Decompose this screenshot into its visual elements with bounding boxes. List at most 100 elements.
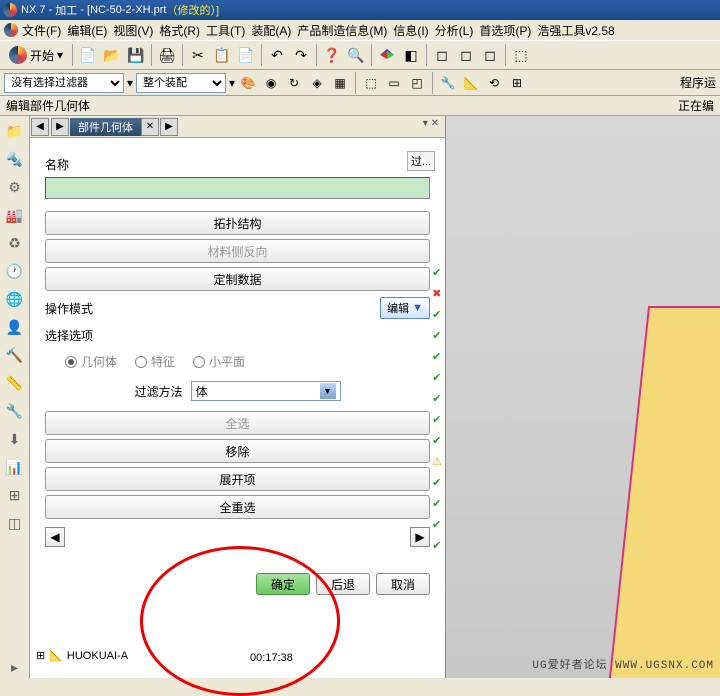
title-app: NX 7	[21, 4, 45, 16]
menu-assy[interactable]: 装配(A)	[249, 21, 293, 40]
nav-tool7-icon[interactable]: ◫	[4, 512, 26, 534]
filter-dropdown-icon[interactable]: ▾	[127, 76, 133, 90]
filter-hint[interactable]: 过...	[407, 151, 435, 171]
radio-geometry[interactable]: 几何体	[65, 353, 117, 370]
csys-button[interactable]: ⬚	[510, 44, 532, 66]
custom-data-button[interactable]: 定制数据	[45, 267, 430, 291]
nav-tool6-icon[interactable]: ⊞	[4, 484, 26, 506]
nav-reuse-icon[interactable]: ♻	[4, 232, 26, 254]
app-logo-icon	[3, 3, 17, 17]
remove-button[interactable]: 移除	[45, 439, 430, 463]
status-right: 正在编	[678, 97, 714, 114]
tab-part-geometry[interactable]: 部件几何体	[70, 118, 141, 136]
scope-select[interactable]: 整个装配	[136, 73, 226, 93]
print-button[interactable]: 🖨	[156, 44, 178, 66]
start-button[interactable]: 开始 ▾	[4, 46, 68, 64]
paste-button[interactable]: 📄	[235, 44, 257, 66]
nav-tool5-icon[interactable]: 📊	[4, 456, 26, 478]
nav-tool1-icon[interactable]: 🔨	[4, 344, 26, 366]
menu-tools[interactable]: 工具(T)	[204, 21, 247, 40]
title-modified: （修改的）]	[167, 2, 220, 18]
tab-next2-button[interactable]: ▶	[160, 118, 178, 136]
menu-bar: 文件(F) 编辑(E) 视图(V) 格式(R) 工具(T) 装配(A) 产品制造…	[0, 20, 720, 40]
filter-method-label: 过滤方法	[134, 383, 182, 400]
menu-haoqiang[interactable]: 浩强工具v2.58	[535, 21, 616, 40]
edit-mode-button[interactable]: 编辑 ▼	[380, 297, 430, 319]
save-button[interactable]: 💾	[125, 44, 147, 66]
scope-dropdown-icon[interactable]: ▾	[229, 76, 235, 90]
nav-history-icon[interactable]: 🕐	[4, 260, 26, 282]
sel-icon-3[interactable]: ↻	[284, 73, 304, 93]
redo-button[interactable]: ↷	[290, 44, 312, 66]
nav-roles-icon[interactable]: 👤	[4, 316, 26, 338]
open-file-button[interactable]: 📂	[101, 44, 123, 66]
menu-info[interactable]: 信息(I)	[391, 21, 430, 40]
sel-icon-2[interactable]: ◉	[261, 73, 281, 93]
sel-icon-9[interactable]: 🔧	[438, 73, 458, 93]
command-finder-button[interactable]: 🔍	[345, 44, 367, 66]
nav-tool2-icon[interactable]: 📏	[4, 372, 26, 394]
prev-arrow-button[interactable]: ◀	[45, 527, 65, 547]
part-geometry-shape[interactable]	[604, 306, 720, 678]
copy-button[interactable]: 📋	[211, 44, 233, 66]
undo-button[interactable]: ↶	[266, 44, 288, 66]
tab-prev-button[interactable]: ◀	[31, 118, 49, 136]
name-input[interactable]	[45, 177, 430, 199]
back-button[interactable]: 后退	[316, 573, 370, 595]
topology-button[interactable]: 拓扑结构	[45, 211, 430, 235]
radio-facet[interactable]: 小平面	[193, 353, 245, 370]
menu-pmi[interactable]: 产品制造信息(M)	[295, 21, 389, 40]
nav-ie-icon[interactable]: 🌐	[4, 288, 26, 310]
radio-feature[interactable]: 特征	[135, 353, 175, 370]
nav-machining-icon[interactable]: 🏭	[4, 204, 26, 226]
name-label: 名称	[45, 156, 430, 173]
nav-navigator-icon[interactable]: 📁	[4, 120, 26, 142]
cube3-button[interactable]: ◻	[479, 44, 501, 66]
viewport[interactable]: UG爱好者论坛 WWW.UGSNX.COM	[445, 116, 720, 678]
sel-icon-12[interactable]: ⊞	[507, 73, 527, 93]
menu-view[interactable]: 视图(V)	[111, 21, 155, 40]
new-file-button[interactable]: 📄	[77, 44, 99, 66]
tab-close-button[interactable]: ✕	[141, 118, 159, 136]
sel-icon-11[interactable]: ⟲	[484, 73, 504, 93]
menu-edit[interactable]: 编辑(E)	[65, 21, 109, 40]
wcs-button[interactable]	[376, 44, 398, 66]
filter-bar: 没有选择过滤器 ▾ 整个装配 ▾ 🎨 ◉ ↻ ◈ ▦ ⬚ ▭ ◰ 🔧 📐 ⟲ ⊞…	[0, 70, 720, 96]
sel-icon-8[interactable]: ◰	[407, 73, 427, 93]
menu-analysis[interactable]: 分析(L)	[433, 21, 476, 40]
sel-icon-1[interactable]: 🎨	[238, 73, 258, 93]
sel-icon-7[interactable]: ▭	[384, 73, 404, 93]
nav-collapse-icon[interactable]: ▸	[4, 656, 26, 678]
next-arrow-button[interactable]: ▶	[410, 527, 430, 547]
nav-assembly-icon[interactable]: ⚙	[4, 176, 26, 198]
select-all-button[interactable]: 全选	[45, 411, 430, 435]
sel-icon-4[interactable]: ◈	[307, 73, 327, 93]
nav-tool4-icon[interactable]: ⬇	[4, 428, 26, 450]
material-side-button[interactable]: 材料侧反向	[45, 239, 430, 263]
orient-button[interactable]: ◧	[400, 44, 422, 66]
sel-icon-10[interactable]: 📐	[461, 73, 481, 93]
cancel-button[interactable]: 取消	[376, 573, 430, 595]
chevron-down-icon: ▼	[320, 383, 336, 399]
menu-file[interactable]: 文件(F)	[20, 21, 63, 40]
selection-filter-select[interactable]: 没有选择过滤器	[4, 73, 124, 93]
filter-method-select[interactable]: 体 ▼	[191, 381, 341, 401]
expand-item-button[interactable]: 展开项	[45, 467, 430, 491]
sel-icon-6[interactable]: ⬚	[361, 73, 381, 93]
sel-icon-5[interactable]: ▦	[330, 73, 350, 93]
nav-tool3-icon[interactable]: 🔧	[4, 400, 26, 422]
pin-icon[interactable]: ▾ ✕	[423, 118, 439, 129]
help-button[interactable]: ❓	[321, 44, 343, 66]
ok-button[interactable]: 确定	[256, 573, 310, 595]
nav-part-icon[interactable]: 🔩	[4, 148, 26, 170]
cut-button[interactable]: ✂	[187, 44, 209, 66]
tree-expand-icon[interactable]: ⊞	[36, 649, 45, 662]
cube2-button[interactable]: ◻	[455, 44, 477, 66]
tree-row[interactable]: ⊞ 📐 HUOKUAI-A	[30, 647, 430, 664]
menu-format[interactable]: 格式(R)	[157, 21, 202, 40]
tab-next-button[interactable]: ▶	[51, 118, 69, 136]
reselect-all-button[interactable]: 全重选	[45, 495, 430, 519]
start-label: 开始	[30, 47, 54, 64]
cube1-button[interactable]: ◻	[431, 44, 453, 66]
menu-pref[interactable]: 首选项(P)	[477, 21, 533, 40]
